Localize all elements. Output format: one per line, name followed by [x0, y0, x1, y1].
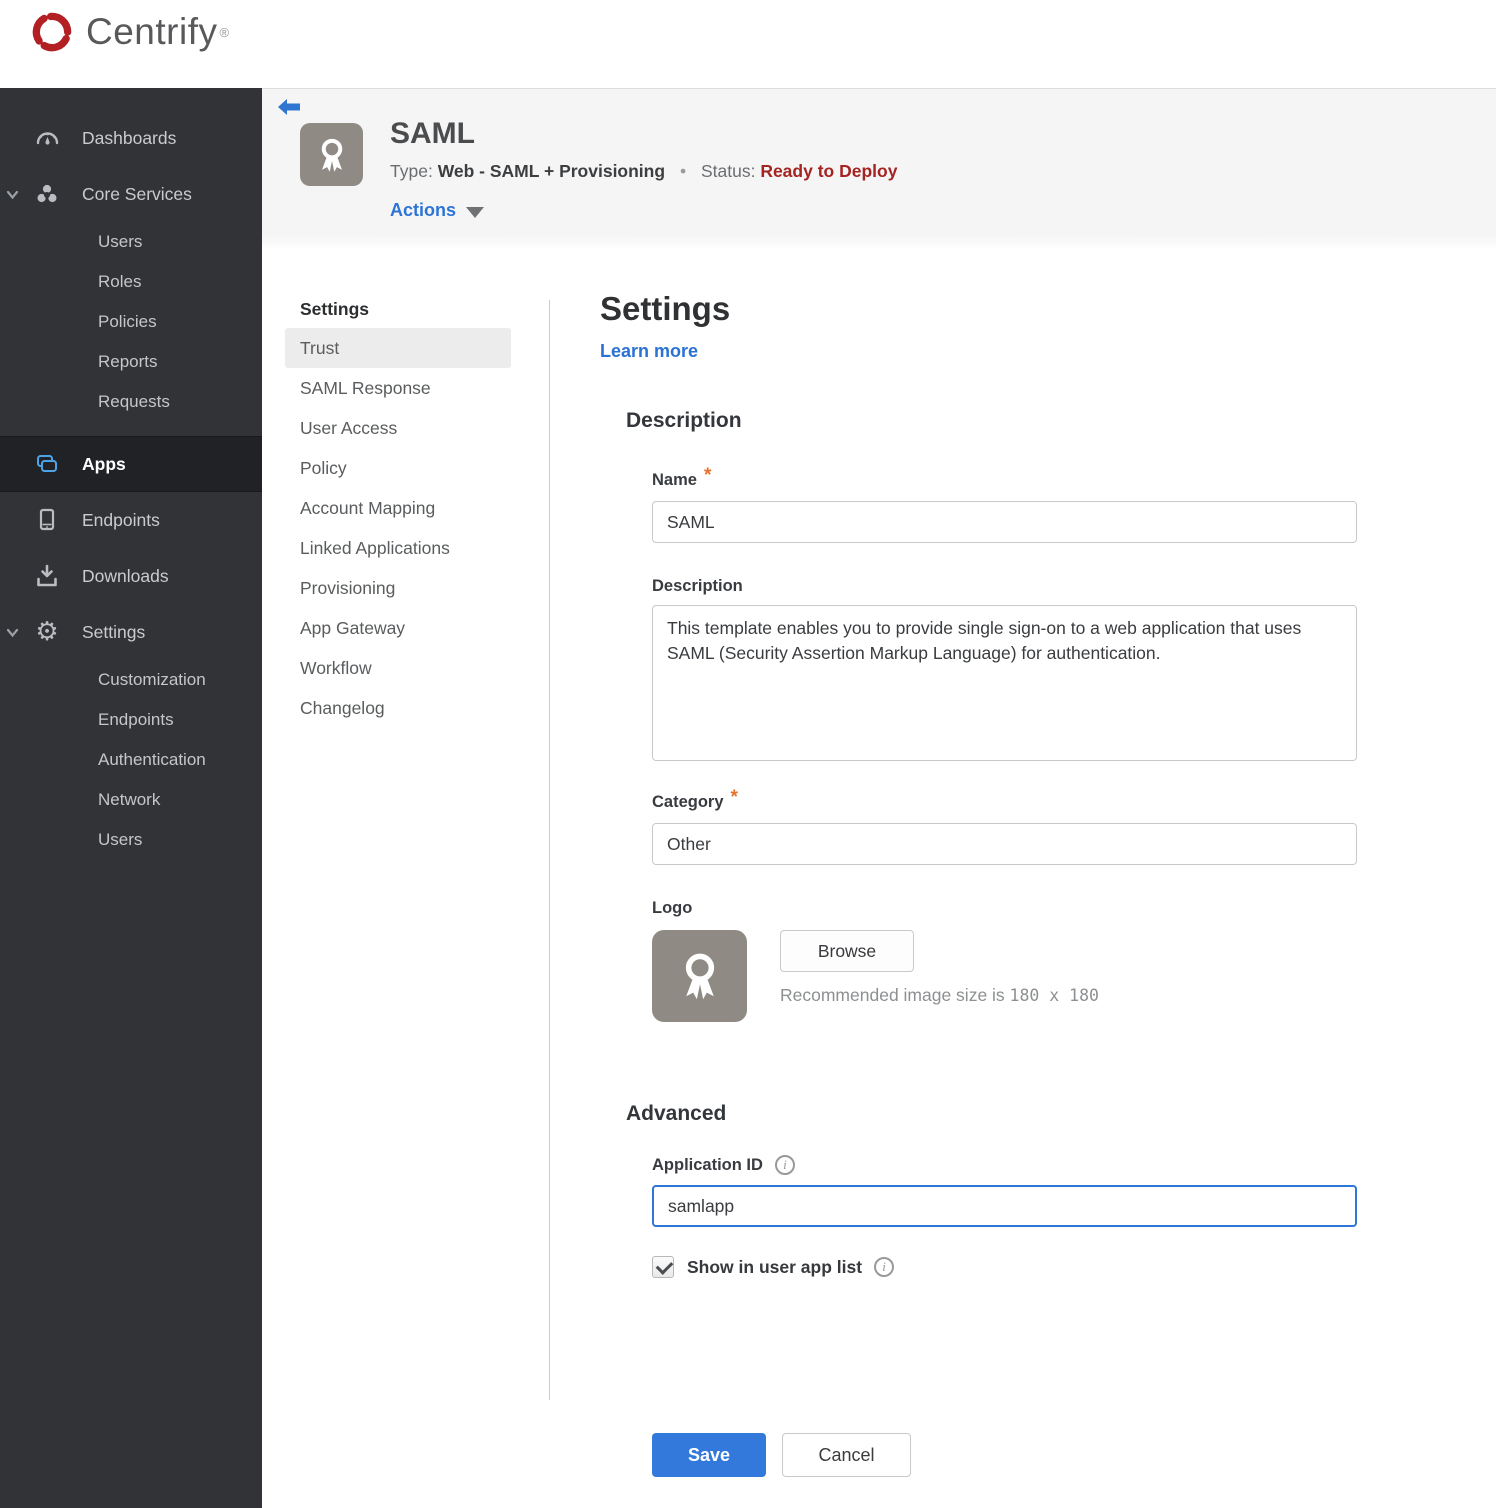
description-field[interactable]: This template enables you to provide sin…	[652, 605, 1357, 761]
form-title: Settings	[600, 290, 731, 327]
info-icon[interactable]: i	[774, 1155, 795, 1175]
application-id-label: Application ID i	[652, 1155, 1357, 1175]
required-asterisk: *	[730, 787, 738, 808]
required-asterisk: *	[703, 465, 712, 486]
sidebar-item-endpoints[interactable]: Endpoints	[0, 492, 262, 548]
sidebar-item-users[interactable]: Users	[0, 222, 262, 262]
app-header-band: SAML Type: Web - SAML + Provisioning • S…	[262, 88, 1496, 250]
chevron-down-icon	[6, 626, 19, 644]
sidebar-item-roles[interactable]: Roles	[0, 262, 262, 302]
advanced-section-heading: Advanced	[626, 1102, 727, 1125]
sidebar-item-downloads[interactable]: Downloads	[0, 548, 262, 604]
sidebar-item-settings-users[interactable]: Users	[0, 820, 262, 860]
back-arrow-icon[interactable]	[276, 98, 302, 120]
subnav-item-policy[interactable]: Policy	[285, 448, 511, 488]
sidebar-item-settings[interactable]: ⚙ Settings	[0, 604, 262, 660]
type-value: Web - SAML + Provisioning	[437, 161, 666, 181]
sidebar-item-label: Settings	[82, 621, 146, 642]
brand-trademark: ®	[219, 24, 230, 40]
type-label: Type:	[390, 161, 433, 181]
category-field[interactable]	[652, 823, 1357, 865]
sidebar-item-requests[interactable]: Requests	[0, 382, 262, 422]
app-meta: Type: Web - SAML + Provisioning • Status…	[390, 161, 897, 182]
recommended-size-value: 180 x 180	[1009, 986, 1099, 1005]
subnav-item-workflow[interactable]: Workflow	[285, 648, 511, 688]
sidebar-item-apps[interactable]: Apps	[0, 436, 262, 492]
learn-more-link[interactable]: Learn more	[600, 341, 698, 362]
cancel-button[interactable]: Cancel	[782, 1433, 911, 1477]
settings-subnav: Settings Trust SAML Response User Access…	[285, 293, 511, 728]
sidebar-item-policies[interactable]: Policies	[0, 302, 262, 342]
name-label: Name *	[652, 465, 712, 489]
recommended-size-hint: Recommended image size is 180 x 180	[780, 985, 1099, 1005]
sidebar-item-customization[interactable]: Customization	[0, 660, 262, 700]
sidebar-item-label: Core Services	[82, 183, 192, 204]
info-icon[interactable]: i	[874, 1257, 895, 1277]
download-icon	[34, 563, 60, 589]
actions-label: Actions	[390, 200, 457, 220]
settings-form: Settings Learn more Description Name * D…	[600, 290, 1357, 1477]
subnav-item-trust[interactable]: Trust	[285, 328, 511, 368]
sidebar-item-network[interactable]: Network	[0, 780, 262, 820]
subnav-item-provisioning[interactable]: Provisioning	[285, 568, 511, 608]
settings-submenu: Customization Endpoints Authentication N…	[0, 660, 262, 860]
sidebar-item-core-services[interactable]: Core Services	[0, 166, 262, 222]
mobile-device-icon	[34, 507, 60, 533]
save-button[interactable]: Save	[652, 1433, 766, 1477]
core-services-submenu: Users Roles Policies Reports Requests	[0, 222, 262, 422]
category-label: Category *	[652, 787, 738, 811]
sidebar-item-dashboards[interactable]: Dashboards	[0, 110, 262, 166]
vertical-divider	[549, 300, 550, 1400]
sidebar-item-label: Dashboards	[82, 127, 177, 148]
centrify-swirl-icon	[32, 12, 72, 52]
ribbon-icon	[685, 953, 714, 1000]
brand-name: Centrify	[86, 11, 218, 52]
subnav-item-user-access[interactable]: User Access	[285, 408, 511, 448]
status-badge: Ready to Deploy	[760, 161, 898, 181]
caret-down-icon	[466, 206, 485, 218]
top-bar: Centrify ®	[0, 0, 1496, 88]
logo-label: Logo	[652, 899, 693, 917]
show-in-user-app-list-checkbox[interactable]	[652, 1256, 674, 1278]
subnav-item-account-mapping[interactable]: Account Mapping	[285, 488, 511, 528]
application-id-field[interactable]	[652, 1185, 1357, 1227]
actions-dropdown[interactable]: Actions	[390, 200, 485, 221]
subnav-item-app-gateway[interactable]: App Gateway	[285, 608, 511, 648]
chevron-down-icon	[6, 188, 19, 206]
subnav-item-changelog[interactable]: Changelog	[285, 688, 511, 728]
logo-preview	[652, 930, 747, 1022]
gauge-icon	[34, 126, 60, 150]
sidebar-item-label: Downloads	[82, 565, 169, 586]
name-field[interactable]	[652, 501, 1357, 543]
subnav-header: Settings	[300, 299, 370, 319]
meta-separator: •	[679, 161, 687, 181]
subnav-item-saml-response[interactable]: SAML Response	[285, 368, 511, 408]
sidebar: Dashboards Core Services Users Roles Pol…	[0, 88, 262, 1508]
page-title: SAML	[390, 117, 475, 150]
apps-icon	[34, 452, 60, 476]
centrify-admin-screen: Centrify ® Dashboards Core Services User…	[0, 0, 1496, 1508]
sidebar-item-label: Apps	[82, 453, 126, 474]
browse-button[interactable]: Browse	[780, 930, 914, 972]
description-label: Description	[652, 577, 743, 595]
app-logo	[300, 123, 363, 186]
ribbon-icon	[321, 138, 342, 172]
centrify-logo: Centrify ®	[28, 8, 229, 56]
sidebar-item-settings-endpoints[interactable]: Endpoints	[0, 700, 262, 740]
core-services-icon	[34, 182, 60, 206]
show-in-user-app-list-label: Show in user app list	[687, 1256, 863, 1277]
sidebar-item-reports[interactable]: Reports	[0, 342, 262, 382]
subnav-item-linked-applications[interactable]: Linked Applications	[285, 528, 511, 568]
sidebar-item-label: Endpoints	[82, 509, 160, 530]
description-section-heading: Description	[626, 409, 742, 432]
status-label: Status:	[700, 161, 756, 181]
gear-icon: ⚙	[35, 617, 59, 647]
sidebar-item-authentication[interactable]: Authentication	[0, 740, 262, 780]
